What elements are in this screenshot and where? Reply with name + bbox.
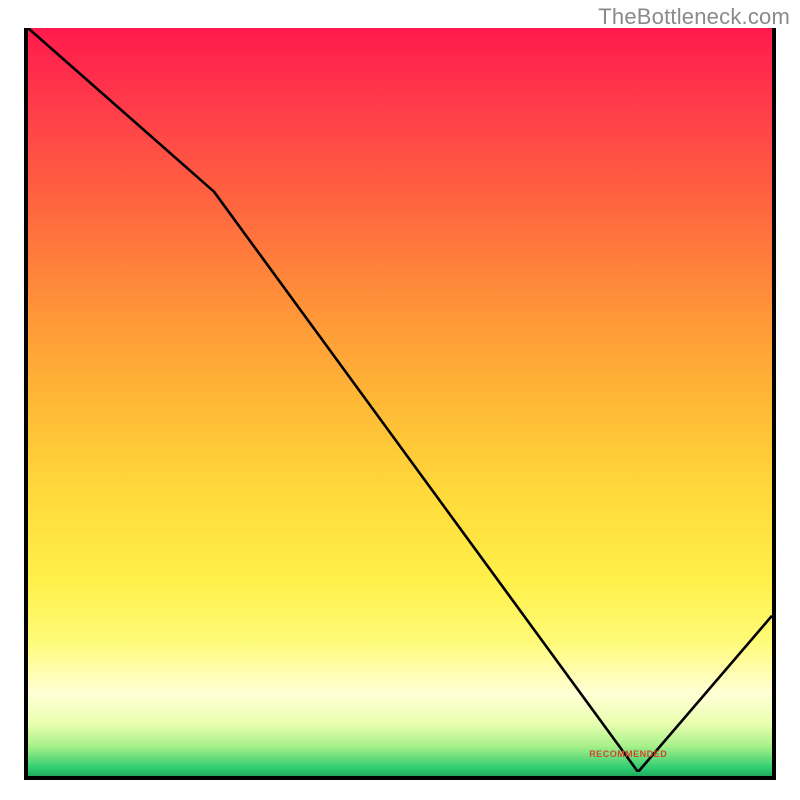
curve-svg [28,28,772,772]
plot-area: RECOMMENDED [24,28,776,780]
bottleneck-curve-line [28,28,772,772]
chart-canvas: TheBottleneck.com RECOMMENDED [0,0,800,800]
attribution-text: TheBottleneck.com [598,4,790,30]
